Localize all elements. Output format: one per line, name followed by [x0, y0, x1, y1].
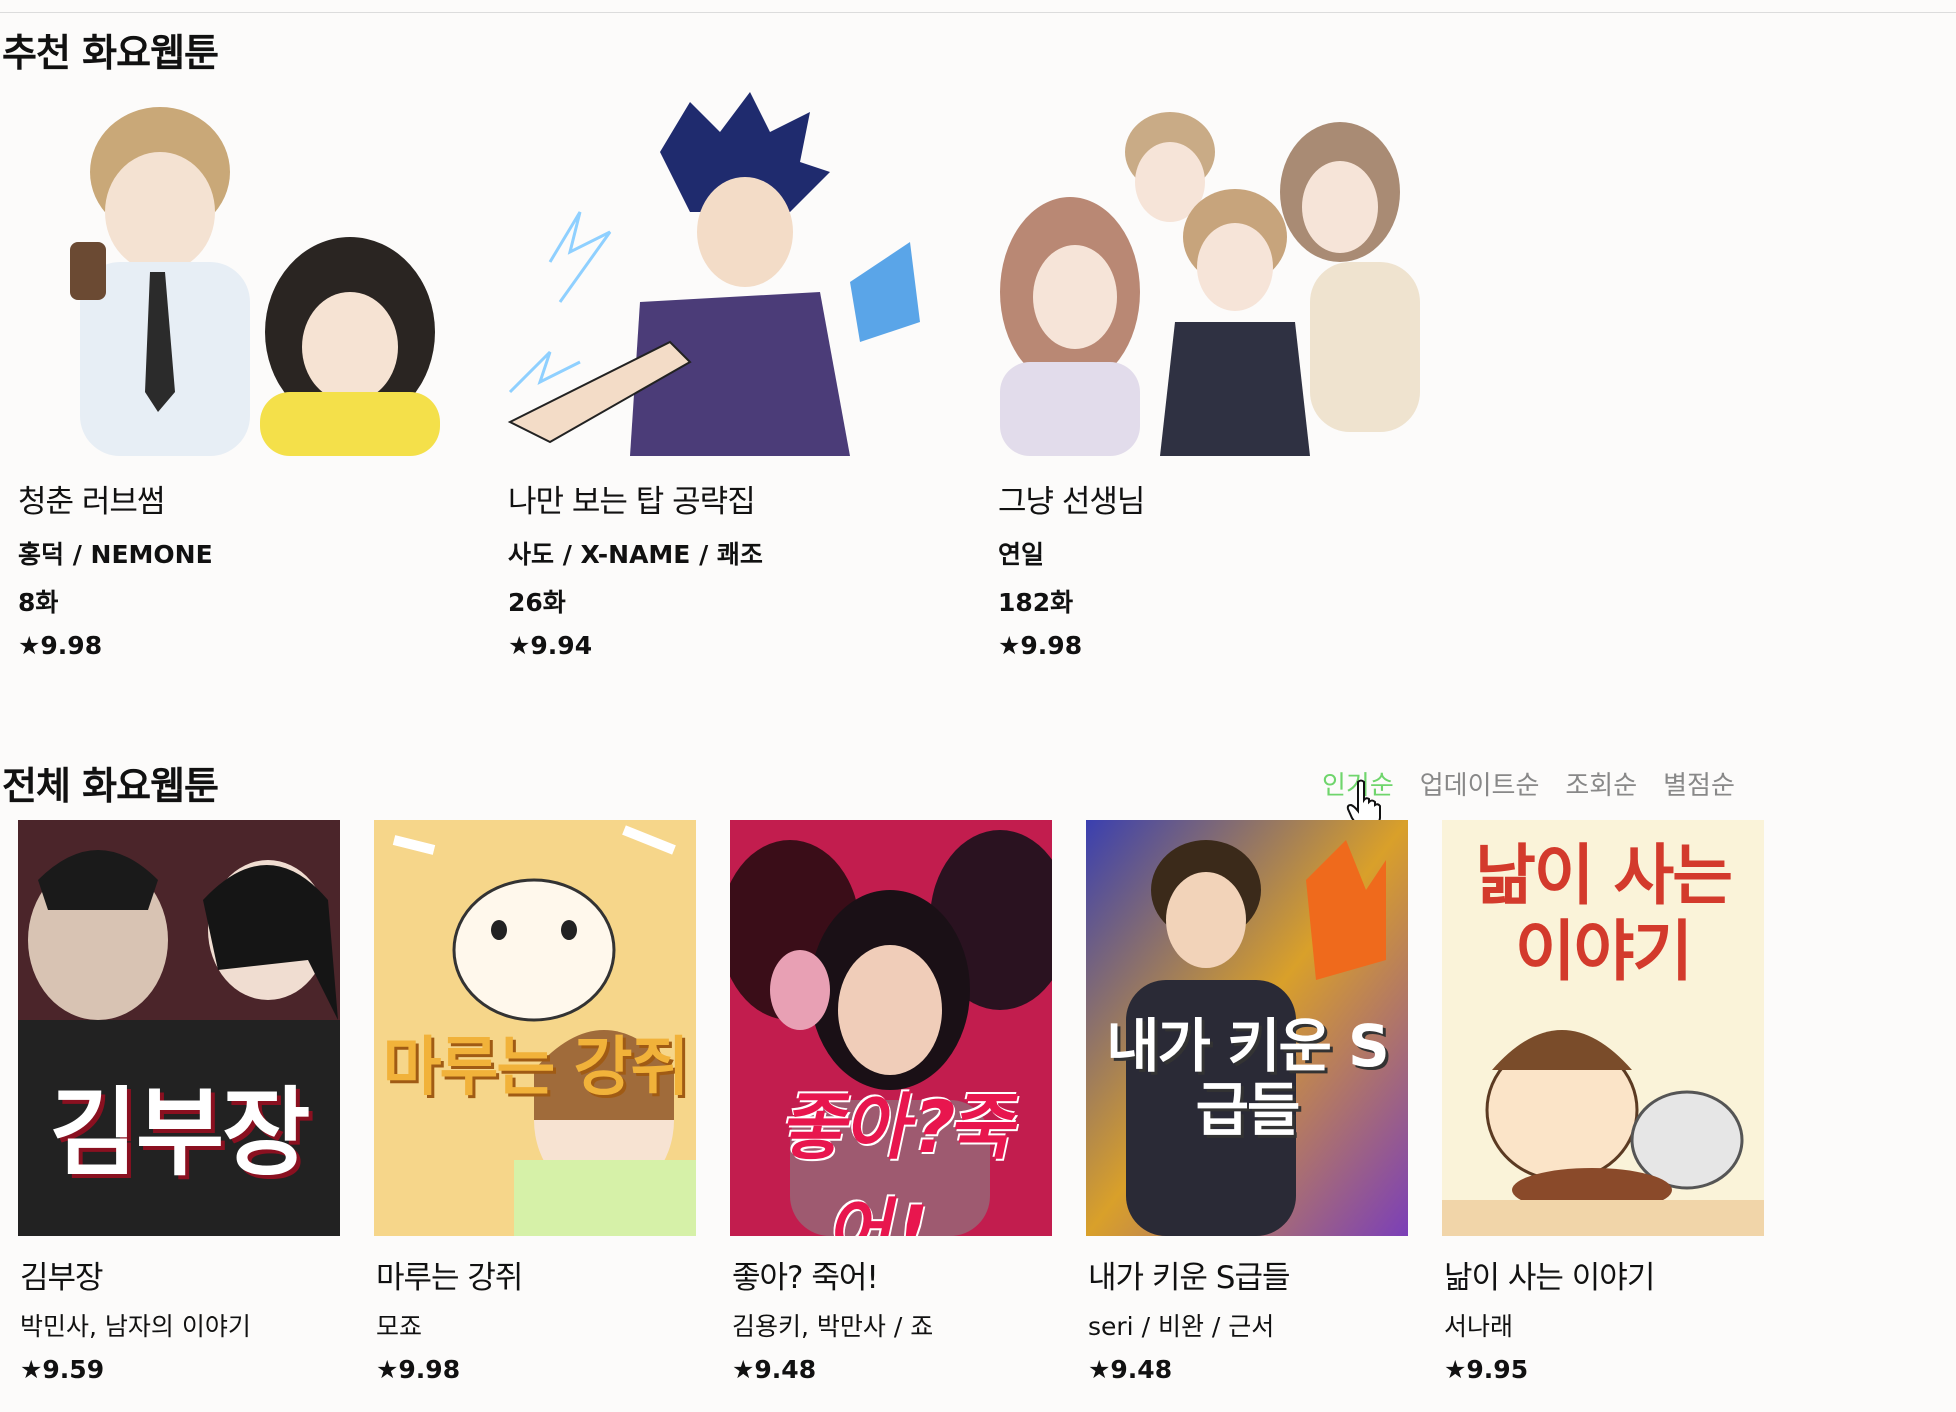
rating: ★9.95: [1444, 1355, 1529, 1384]
author: 모죠: [376, 1312, 423, 1341]
sort-tab-rating[interactable]: 별점순: [1663, 765, 1735, 802]
webtoon-card[interactable]: 내가 키운 S급들 내가 키운 S급들 seri / 비완 / 근서 ★9.48: [1086, 820, 1408, 1384]
author: 사도 / X-NAME / 쾌조: [508, 540, 763, 569]
author: seri / 비완 / 근서: [1088, 1312, 1275, 1341]
cover-image[interactable]: 낢이 사는 이야기: [1442, 820, 1764, 1236]
author: 홍덕 / NEMONE: [18, 540, 213, 569]
episode-count: 26화: [508, 588, 566, 617]
cover-image[interactable]: 김부장: [18, 820, 340, 1236]
rating: ★9.48: [1088, 1355, 1173, 1384]
rating: ★9.98: [376, 1355, 461, 1384]
rating: ★9.94: [508, 631, 593, 660]
rating: ★9.59: [20, 1355, 105, 1384]
cover-title-text: 김부장: [49, 1077, 311, 1189]
webtoon-card[interactable]: 낢이 사는 이야기 낢이 사는 이야기 서나래 ★9.95: [1442, 820, 1764, 1384]
episode-count: 182화: [998, 588, 1074, 617]
sort-tabs: 인기순 업데이트순 조회순 별점순: [1322, 765, 1735, 802]
recommended-section-title: 추천 화요웹툰: [2, 31, 219, 75]
cover-title-text: 좋아?죽어!: [775, 1085, 1026, 1236]
author: 김용키, 박만사 / 죠: [732, 1312, 934, 1341]
title[interactable]: 김부장: [18, 1252, 340, 1297]
thumbnail[interactable]: [980, 92, 1450, 456]
rating: ★9.98: [998, 631, 1083, 660]
title[interactable]: 내가 키운 S급들: [1086, 1252, 1408, 1297]
author: 서나래: [1444, 1312, 1514, 1341]
title[interactable]: 마루는 강쥐: [374, 1252, 696, 1297]
webtoon-card[interactable]: 김부장 김부장 박민사, 남자의 이야기 ★9.59: [18, 820, 340, 1384]
recommended-card[interactable]: 그냥 선생님 연일 182화 ★9.98: [980, 92, 1450, 660]
title[interactable]: 낢이 사는 이야기: [1442, 1252, 1764, 1297]
illustration-image: [490, 92, 960, 456]
title[interactable]: 그냥 선생님: [998, 476, 1450, 521]
author: 연일: [998, 540, 1045, 569]
cover-illustration: [374, 820, 696, 1236]
cover-image[interactable]: 마루는 강쥐: [374, 820, 696, 1236]
title[interactable]: 청춘 러브썸: [18, 476, 470, 521]
sort-tab-updated[interactable]: 업데이트순: [1420, 765, 1540, 802]
title[interactable]: 좋아? 죽어!: [730, 1252, 1052, 1297]
cover-title-text: 내가 키운 S급들: [1106, 1012, 1390, 1144]
webtoon-card[interactable]: 좋아?죽어! 좋아? 죽어! 김용키, 박만사 / 죠 ★9.48: [730, 820, 1052, 1384]
episode-count: 8화: [18, 588, 59, 617]
all-section-title: 전체 화요웹툰: [2, 764, 219, 808]
cover-image[interactable]: 내가 키운 S급들: [1086, 820, 1408, 1236]
illustration-image: [980, 92, 1450, 456]
rating: ★9.48: [732, 1355, 817, 1384]
title[interactable]: 나만 보는 탑 공략집: [508, 476, 960, 521]
top-divider: [0, 12, 1956, 13]
recommended-card[interactable]: 나만 보는 탑 공략집 사도 / X-NAME / 쾌조 26화 ★9.94: [490, 92, 960, 660]
sort-tab-views[interactable]: 조회순: [1565, 765, 1637, 802]
illustration-image: [0, 92, 470, 456]
author: 박민사, 남자의 이야기: [20, 1312, 251, 1341]
rating: ★9.98: [18, 631, 103, 660]
cover-title-text: 마루는 강쥐: [382, 1031, 690, 1105]
cover-image[interactable]: 좋아?죽어!: [730, 820, 1052, 1236]
thumbnail[interactable]: [490, 92, 960, 456]
cover-title-text: 낢이 사는 이야기: [1475, 837, 1733, 990]
thumbnail[interactable]: [0, 92, 470, 456]
recommended-card[interactable]: 청춘 러브썸 홍덕 / NEMONE 8화 ★9.98: [0, 92, 470, 660]
webtoon-card[interactable]: 마루는 강쥐 마루는 강쥐 모죠 ★9.98: [374, 820, 696, 1384]
